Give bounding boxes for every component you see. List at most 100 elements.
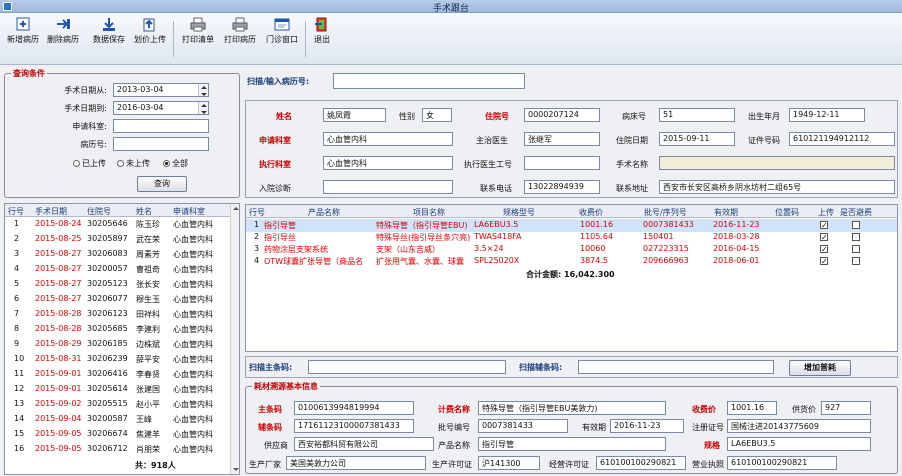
name-field[interactable]: 姚凤霞 xyxy=(323,108,386,122)
record-input[interactable] xyxy=(113,137,209,151)
new-record-button[interactable]: 新增病历 xyxy=(4,16,42,45)
date-cell: 2015-09-05 xyxy=(35,444,82,453)
surgery-list-row[interactable]: 16 2015-09-05 30206712 肖朋荣 心血管内科 xyxy=(5,443,239,456)
print-list-button[interactable]: 打印清单 xyxy=(178,16,218,45)
lot-label: 批号编号 xyxy=(438,423,470,432)
exec-dept-field[interactable]: 心血管内科 xyxy=(323,156,453,170)
uploaded-checkbox[interactable]: ✓ xyxy=(820,233,828,242)
surgery-list-row[interactable]: 15 2015-09-05 30206674 焦建羊 心血管内科 xyxy=(5,428,239,441)
addr-field[interactable]: 西安市长安区高桥乡阴水坊村二组65号 xyxy=(659,180,895,194)
radio-not-uploaded[interactable]: 未上传 xyxy=(117,158,150,169)
surgery-list-scrollbar[interactable] xyxy=(230,204,239,474)
exit-button[interactable]: 退出 xyxy=(309,16,335,45)
date-from-input[interactable]: 2013-03-04 xyxy=(113,83,209,97)
surgery-list-row[interactable]: 3 2015-08-27 30206083 周素芳 心血管内科 xyxy=(5,248,239,261)
supplier-field[interactable]: 西安裕都科贸有限公司 xyxy=(294,437,434,451)
main-code-field[interactable]: 0100613994819994 xyxy=(294,401,414,415)
name-cell: 边株斌 xyxy=(136,340,160,349)
date-cell: 2015-08-31 xyxy=(35,354,82,363)
waived-checkbox[interactable] xyxy=(852,221,860,229)
save-data-button[interactable]: 数据保存 xyxy=(90,16,128,45)
grand-total: 合计金额: 16,042.300 xyxy=(526,269,615,280)
sex-label: 性别 xyxy=(399,112,415,121)
surgery-list-row[interactable]: 7 2015-08-28 30206123 田祥科 心血管内科 xyxy=(5,308,239,321)
scan-record-input[interactable] xyxy=(333,73,525,89)
admit-field[interactable]: 2015-09-11 xyxy=(659,132,735,146)
date-to-spinner[interactable] xyxy=(198,102,208,114)
surgery-list-row[interactable]: 5 2015-08-27 30205123 张长安 心血管内科 xyxy=(5,278,239,291)
reg-label: 注册证号 xyxy=(692,423,724,432)
doctor-field[interactable]: 张继军 xyxy=(524,132,600,146)
exit-label: 退出 xyxy=(314,35,330,44)
date-from-label: 手术日期从: xyxy=(64,86,107,95)
waived-checkbox[interactable] xyxy=(852,245,860,253)
inpatient-cell: 30205614 xyxy=(87,384,128,393)
search-button[interactable]: 查询 xyxy=(137,176,187,192)
item-product-cell: 药物涂层支架系统 xyxy=(264,245,328,254)
date-to-input[interactable]: 2016-03-04 xyxy=(113,101,209,115)
uploaded-checkbox[interactable]: ✓ xyxy=(820,221,828,230)
surgery-list-row[interactable]: 8 2015-08-28 30205685 李建利 心血管内科 xyxy=(5,323,239,336)
inpatient-cell: 30205897 xyxy=(87,234,128,243)
date-cell: 2015-08-28 xyxy=(35,309,82,318)
surgery-list-row[interactable]: 12 2015-09-01 30205614 张建国 心血管内科 xyxy=(5,383,239,396)
surgery-list-row[interactable]: 9 2015-08-29 30206185 边株斌 心血管内科 xyxy=(5,338,239,351)
uploaded-checkbox[interactable]: ✓ xyxy=(820,245,828,254)
surgery-list-row[interactable]: 14 2015-09-04 30200587 王峰 心血管内科 xyxy=(5,413,239,426)
uploaded-checkbox[interactable]: ✓ xyxy=(820,257,828,266)
waived-checkbox[interactable] xyxy=(852,233,860,241)
business-license-field[interactable]: 610100100290821 xyxy=(596,456,686,470)
add-common-consumable-button[interactable]: 增加普耗 xyxy=(789,360,851,376)
surgery-list-row[interactable]: 1 2015-08-24 30205646 陈玉珍 心血管内科 xyxy=(5,218,239,231)
sex-field[interactable]: 女 xyxy=(422,108,452,122)
birth-field[interactable]: 1949-12-11 xyxy=(789,108,865,122)
dept-field[interactable]: 心血管内科 xyxy=(323,132,453,146)
bed-field[interactable]: 51 xyxy=(659,108,735,122)
id-field[interactable]: 610121194912112 xyxy=(789,132,895,146)
exec-doc-field[interactable] xyxy=(524,156,600,170)
maker-field[interactable]: 美国美敦力公司 xyxy=(286,456,426,470)
print-record-button[interactable]: 打印病历 xyxy=(220,16,260,45)
surgery-list-row[interactable]: 13 2015-09-02 30205515 赵小平 心血管内科 xyxy=(5,398,239,411)
lot-field[interactable]: 0007381433 xyxy=(478,419,568,433)
barcode-scan-bar: 扫描主条码: 扫描辅条码: 增加普耗 xyxy=(245,356,898,378)
supply-price-field[interactable]: 927 xyxy=(821,401,871,415)
dept-input[interactable] xyxy=(113,119,209,133)
product-field[interactable]: 指引导管 xyxy=(478,437,666,451)
date-from-spinner[interactable] xyxy=(198,84,208,96)
exit-icon xyxy=(315,17,327,32)
expiry-field[interactable]: 2016-11-23 xyxy=(610,419,684,433)
surgery-list-row[interactable]: 4 2015-08-27 30200057 曹祖奇 心血管内科 xyxy=(5,263,239,276)
main-barcode-input[interactable] xyxy=(308,360,506,374)
item-no-cell: 3 xyxy=(254,244,260,253)
diag-field[interactable] xyxy=(323,180,453,194)
surgery-field[interactable] xyxy=(659,156,895,170)
inpatient-field[interactable]: 0000207124 xyxy=(524,108,600,122)
aux-barcode-input[interactable] xyxy=(578,360,774,374)
surgery-list-row[interactable]: 2 2015-08-25 30205897 武在荣 心血管内科 xyxy=(5,233,239,246)
production-license-field[interactable]: 沪141300 xyxy=(478,456,540,470)
waived-checkbox[interactable] xyxy=(852,257,860,265)
item-expiry-cell: 2016-04-15 xyxy=(713,244,760,253)
spec-field[interactable]: LA6EBU3.5 xyxy=(727,437,871,451)
phone-field[interactable]: 13022894939 xyxy=(524,180,600,194)
maker-label: 生产厂家 xyxy=(249,460,281,469)
radio-uploaded[interactable]: 已上传 xyxy=(73,158,106,169)
consumable-row[interactable]: 4 OTW球囊扩张导管（商品名 扩张用气囊、水囊、球囊 SPL25020X 3874.5… xyxy=(246,255,897,268)
outpatient-window-button[interactable]: 门诊窗口 xyxy=(262,16,302,45)
surgery-list-row[interactable]: 11 2015-09-01 30206416 李春贤 心血管内科 xyxy=(5,368,239,381)
toolbar-separator xyxy=(305,21,306,57)
price-field[interactable]: 1001.16 xyxy=(727,401,777,415)
surgery-list-row[interactable]: 10 2015-08-31 30206239 薛平安 心血管内科 xyxy=(5,353,239,366)
trade-license-field[interactable]: 610100100290821 xyxy=(727,456,837,470)
admit-label: 住院日期 xyxy=(616,136,648,145)
radio-all[interactable]: 全部 xyxy=(163,158,188,169)
reg-field[interactable]: 国械注进20143775609 xyxy=(727,419,871,433)
col-lot: 批号/序列号 xyxy=(644,208,687,217)
addr-label: 联系地址 xyxy=(616,184,648,193)
delete-record-button[interactable]: 删除病历 xyxy=(44,16,82,45)
charge-name-field[interactable]: 特殊导管（指引导管EBU美敦力) xyxy=(478,401,666,415)
aux-code-field[interactable]: 17161123100007381433 xyxy=(294,419,414,433)
upload-pricing-button[interactable]: 划价上传 xyxy=(131,16,169,45)
surgery-list-row[interactable]: 6 2015-08-27 30206077 穆生玉 心血管内科 xyxy=(5,293,239,306)
